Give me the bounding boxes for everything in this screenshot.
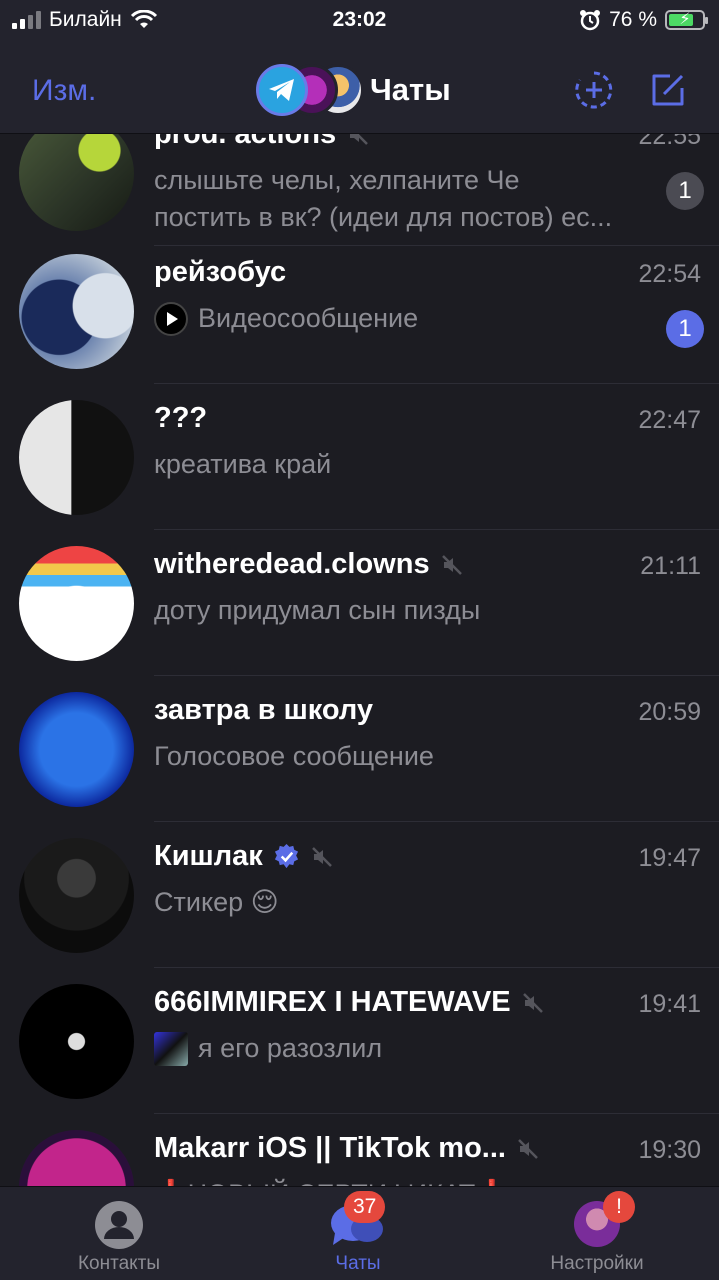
compose-icon[interactable] <box>648 70 688 110</box>
chat-avatar[interactable] <box>19 400 134 515</box>
chat-time: 20:59 <box>638 698 701 726</box>
chat-time: 21:11 <box>640 552 701 580</box>
chat-avatar[interactable] <box>19 838 134 953</box>
new-story-icon[interactable] <box>574 70 614 110</box>
unread-badge: 1 <box>666 172 704 210</box>
mute-icon <box>311 846 332 867</box>
video-message-icon <box>154 301 188 336</box>
mute-icon <box>522 992 543 1013</box>
telegram-icon[interactable] <box>256 64 308 116</box>
chat-row[interactable]: рейзобус 22:54 Видеосообщение 1 <box>0 238 719 384</box>
verified-icon <box>274 843 298 869</box>
tab-chats[interactable]: 37 Чаты <box>298 1187 418 1280</box>
tab-bar: Контакты 37 Чаты ! Настройки <box>0 1186 719 1280</box>
preview-line: ❗НОВЫЙ СЕРТИФИКАТ❗ <box>154 1176 654 1186</box>
mute-icon <box>441 554 462 575</box>
tab-settings[interactable]: ! Настройки <box>527 1187 667 1280</box>
chat-preview: Стикер 😌 <box>154 884 654 921</box>
alarm-icon <box>580 10 601 31</box>
chat-row[interactable]: witheredead.clowns 21:11 доту придумал с… <box>0 530 719 676</box>
chat-row[interactable]: завтра в школу 20:59 Голосовое сообщение <box>0 676 719 822</box>
preview-line: я его разозлил <box>198 1033 383 1063</box>
tab-label: Контакты <box>77 1253 161 1274</box>
chat-title: 666IMMIREX I HATEWAVE <box>154 986 545 1019</box>
chat-title: Кишлак <box>154 840 334 873</box>
chat-name: рейзобус <box>154 256 287 288</box>
preview-line: Голосовое сообщение <box>154 741 434 771</box>
status-bar: Билайн 23:02 76 % ⚡ <box>0 0 719 44</box>
chat-title: завтра в школу <box>154 694 373 727</box>
chat-title: witheredead.clowns <box>154 548 464 581</box>
chat-time: 19:30 <box>638 1136 701 1164</box>
preview-line: креатива край <box>154 449 332 479</box>
chat-row[interactable]: 666IMMIREX I HATEWAVE 19:41 я его разозл… <box>0 968 719 1114</box>
nav-bar: Изм. Чаты <box>0 44 719 134</box>
chat-preview: доту придумал сын пизды <box>154 592 654 629</box>
chat-avatar[interactable] <box>19 984 134 1099</box>
person-icon <box>95 1201 143 1249</box>
chat-title: Makarr iOS || TikTok mo... <box>154 1132 540 1165</box>
stories-avatar-stack[interactable] <box>254 62 366 118</box>
chat-preview: ❗НОВЫЙ СЕРТИФИКАТ❗ <box>154 1176 654 1186</box>
chat-preview: Голосовое сообщение <box>154 738 654 775</box>
chat-row[interactable]: Кишлак 19:47 Стикер 😌 <box>0 822 719 968</box>
chat-preview: креатива край <box>154 446 654 483</box>
preview-line: доту придумал сын пизды <box>154 595 481 625</box>
chat-avatar[interactable] <box>19 1130 134 1186</box>
chat-name: witheredead.clowns <box>154 548 430 580</box>
battery-icon: ⚡ <box>665 10 708 30</box>
preview-line: постить в вк? (идеи для постов) ес... <box>154 202 613 232</box>
alert-badge: ! <box>603 1191 635 1223</box>
chat-row[interactable]: Makarr iOS || TikTok mo... 19:30 ❗НОВЫЙ … <box>0 1114 719 1186</box>
preview-line: Видеосообщение <box>198 303 419 333</box>
chat-avatar[interactable] <box>19 254 134 369</box>
chat-preview: слышьте челы, хелпаните Че постить в вк?… <box>154 162 654 236</box>
chat-title: рейзобус <box>154 256 286 289</box>
chat-time: 19:41 <box>638 990 701 1018</box>
nav-title-group[interactable]: Чаты <box>254 62 451 118</box>
chat-name: Кишлак <box>154 840 263 872</box>
chat-time: 22:54 <box>638 260 701 288</box>
mute-icon <box>518 1138 538 1159</box>
chat-list[interactable]: prod. actions 22:55 слышьте челы, хелпан… <box>0 100 719 1186</box>
tab-contacts[interactable]: Контакты <box>59 1187 179 1280</box>
unread-count-badge: 37 <box>344 1191 386 1223</box>
chat-name: 666IMMIREX I HATEWAVE <box>154 986 511 1018</box>
chat-name: ??? <box>154 402 208 434</box>
preview-line: Стикер 😌 <box>154 887 279 917</box>
chat-name: Makarr iOS || TikTok mo... <box>154 1132 506 1164</box>
chat-avatar[interactable] <box>19 546 134 661</box>
chat-title: ??? <box>154 402 207 435</box>
status-right: 76 % ⚡ <box>579 8 708 32</box>
tab-label: Настройки <box>550 1253 644 1274</box>
page-title: Чаты <box>370 72 451 107</box>
chat-row[interactable]: ??? 22:47 креатива край <box>0 384 719 530</box>
battery-percent: 76 % <box>609 8 657 31</box>
chat-avatar[interactable] <box>19 692 134 807</box>
chat-preview: Видеосообщение <box>154 300 654 337</box>
tab-label: Чаты <box>335 1253 381 1274</box>
edit-button[interactable]: Изм. <box>32 74 96 108</box>
chat-time: 22:47 <box>638 406 701 434</box>
chat-preview: я его разозлил <box>154 1030 654 1067</box>
media-thumbnail <box>154 1031 188 1066</box>
chat-time: 19:47 <box>638 844 701 872</box>
chat-name: завтра в школу <box>154 694 374 726</box>
preview-line: слышьте челы, хелпаните Че <box>154 165 520 195</box>
unread-badge: 1 <box>666 310 704 348</box>
